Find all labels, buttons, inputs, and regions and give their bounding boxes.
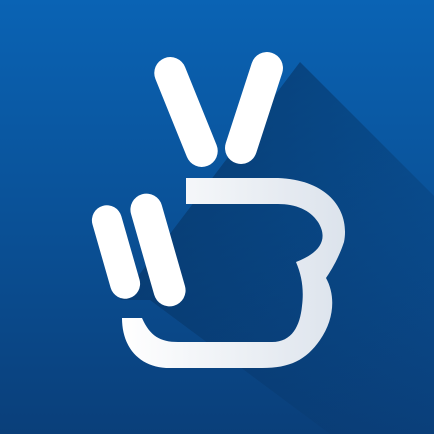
app-icon [0, 0, 434, 434]
